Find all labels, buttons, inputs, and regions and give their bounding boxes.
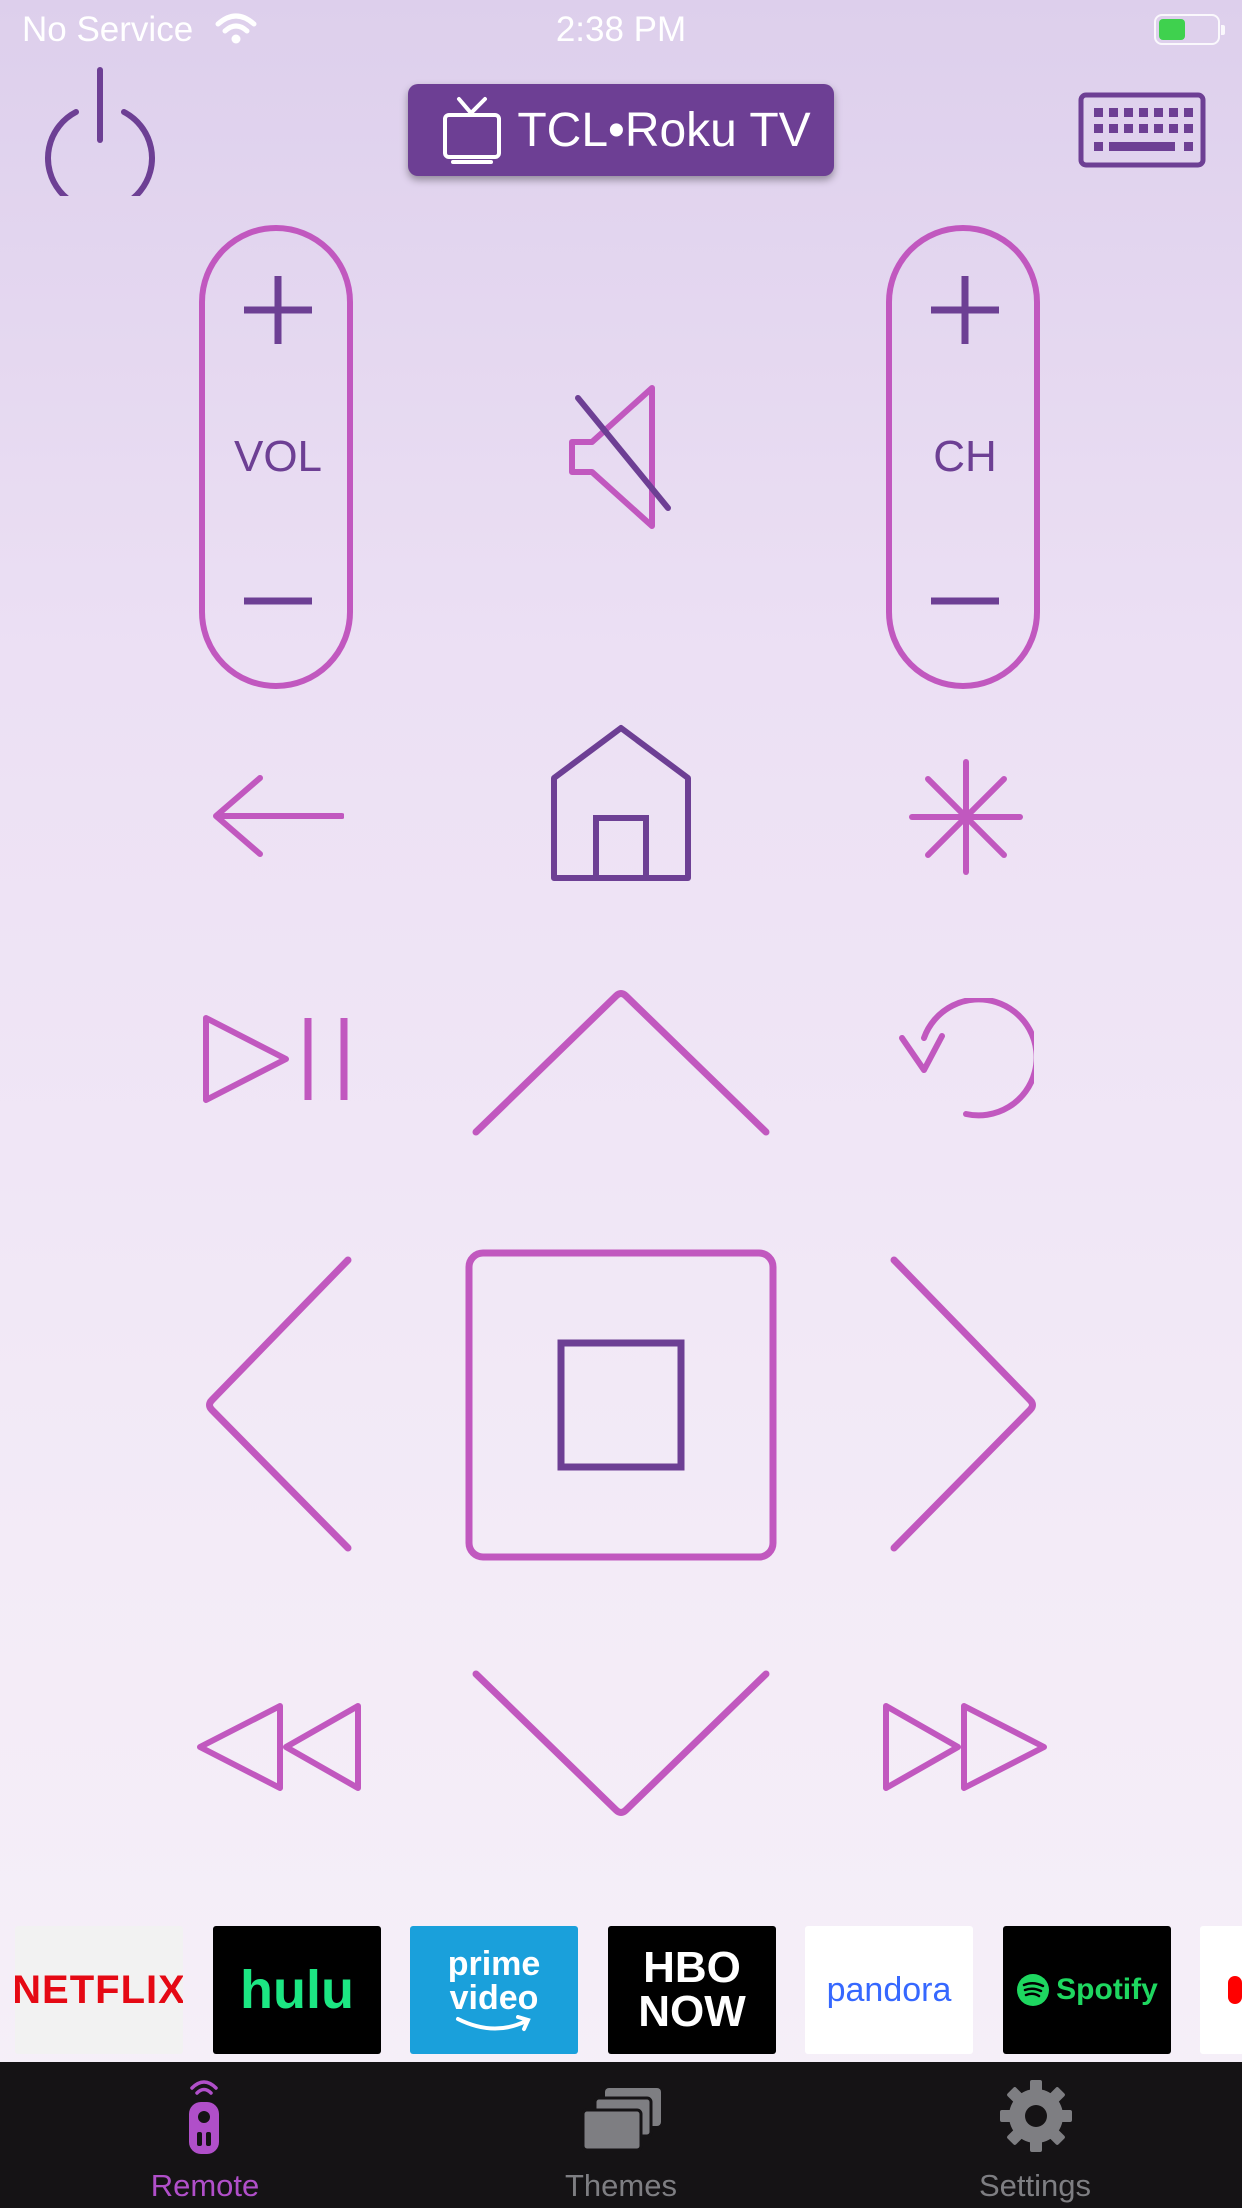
youtube-icon: [1228, 1976, 1242, 2004]
tab-remote-label: Remote: [150, 2168, 260, 2203]
tab-remote[interactable]: Remote: [55, 2062, 355, 2208]
themes-icon: [581, 2088, 661, 2152]
rewind-button[interactable]: [190, 1700, 366, 1794]
fast-forward-button[interactable]: [878, 1700, 1054, 1794]
select-icon: [557, 1339, 685, 1471]
back-button[interactable]: [204, 766, 344, 866]
chevron-right-icon: [890, 1256, 1036, 1552]
smile-icon: [456, 2015, 531, 2031]
volume-label: VOL: [233, 432, 323, 481]
clock: 2:38 PM: [555, 10, 687, 49]
channel-up-button[interactable]: [927, 272, 1003, 348]
app-netflix[interactable]: NETFLIX: [15, 1926, 183, 2054]
replay-icon: [921, 998, 1034, 1119]
app-hbo-now[interactable]: HBO NOW: [608, 1926, 776, 2054]
channel-down-button[interactable]: [927, 580, 1003, 620]
device-name: TCL•Roku TV: [517, 103, 811, 157]
mute-button[interactable]: [560, 378, 680, 536]
home-button[interactable]: [548, 722, 694, 882]
power-button[interactable]: [40, 62, 160, 196]
remote-icon: [189, 2080, 219, 2154]
status-bar: No Service 2:38 PM: [0, 0, 1242, 62]
home-icon: [551, 725, 691, 881]
device-selector-button[interactable]: TCL•Roku TV: [408, 84, 834, 176]
arrow-left-icon: [213, 775, 344, 857]
app-partial[interactable]: [1200, 1926, 1242, 2054]
chevron-down-icon: [472, 1670, 770, 1816]
tab-bar: Remote Themes Settings: [0, 2062, 1242, 2208]
app-shortcut-row: NETFLIX hulu prime video HBO NOW pandora…: [0, 1926, 1242, 2054]
fast-forward-icon: [883, 1703, 961, 1791]
tv-icon: [443, 97, 502, 164]
chevron-up-icon: [472, 990, 770, 1136]
down-button[interactable]: [470, 1668, 772, 1820]
gear-icon: [1000, 2080, 1072, 2152]
tab-settings[interactable]: Settings: [885, 2062, 1185, 2208]
options-button[interactable]: [906, 756, 1026, 878]
app-hulu[interactable]: hulu: [213, 1926, 381, 2054]
app-spotify[interactable]: Spotify: [1003, 1926, 1171, 2054]
rewind-icon: [197, 1703, 283, 1791]
app-prime-video[interactable]: prime video: [410, 1926, 578, 2054]
app-pandora[interactable]: pandora: [805, 1926, 973, 2054]
volume-down-button[interactable]: [240, 580, 316, 620]
ok-button[interactable]: [464, 1248, 778, 1562]
chevron-left-icon: [206, 1256, 352, 1552]
tab-themes-label: Themes: [565, 2168, 677, 2203]
channel-label: CH: [933, 432, 997, 481]
tab-settings-label: Settings: [978, 2168, 1091, 2203]
keyboard-button[interactable]: [1078, 92, 1206, 168]
up-button[interactable]: [470, 986, 772, 1136]
instant-replay-button[interactable]: [894, 998, 1034, 1122]
play-pause-button[interactable]: [200, 1012, 356, 1106]
battery-icon: [1154, 14, 1225, 45]
spotify-icon: [1017, 1974, 1050, 2006]
tab-themes[interactable]: Themes: [471, 2062, 771, 2208]
asterisk-icon: [909, 759, 1023, 875]
right-button[interactable]: [884, 1254, 1042, 1554]
left-button[interactable]: [200, 1254, 358, 1554]
play-pause-icon: [203, 1015, 289, 1103]
volume-up-button[interactable]: [240, 272, 316, 348]
